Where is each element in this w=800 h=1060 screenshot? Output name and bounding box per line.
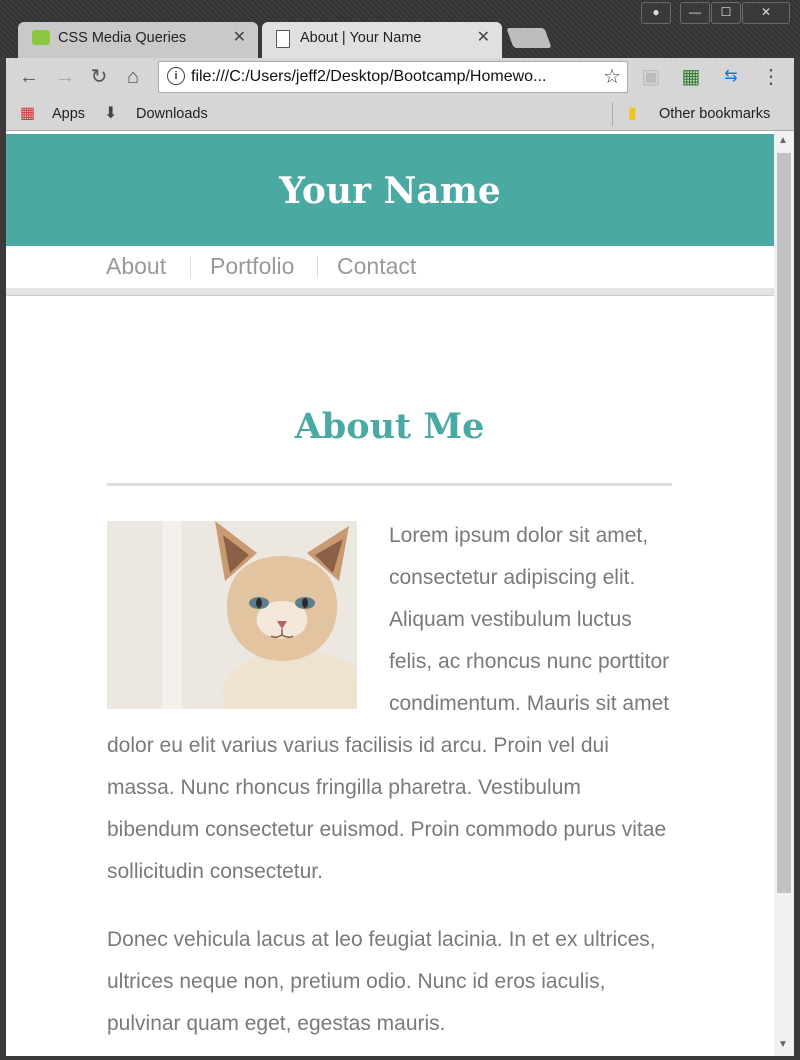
url-text: file:///C:/Users/jeff2/Desktop/Bootcamp/…	[191, 68, 547, 85]
heading-rule	[107, 483, 672, 486]
download-icon: ⬇	[104, 105, 118, 122]
tab-close-icon[interactable]: ✕	[477, 22, 490, 54]
scroll-up-icon[interactable]: ▲	[778, 135, 788, 146]
tab-title: CSS Media Queries	[58, 30, 187, 46]
nav-about[interactable]: About	[106, 246, 166, 286]
page-heading: About Me	[294, 406, 485, 447]
scrollbar-thumb[interactable]	[777, 153, 791, 893]
cat-image	[107, 521, 357, 709]
tab-close-icon[interactable]: ✕	[233, 22, 246, 54]
site-title[interactable]: Your Name	[6, 170, 774, 212]
bookmark-other[interactable]: Other bookmarks	[659, 98, 770, 130]
maximize-button[interactable]: ☐	[711, 2, 741, 24]
scroll-down-icon[interactable]: ▼	[778, 1039, 788, 1050]
bookmark-apps[interactable]: Apps	[52, 98, 85, 130]
screenshot-icon[interactable]: ▦	[676, 62, 706, 92]
bookmark-downloads[interactable]: Downloads	[136, 98, 208, 130]
cat-illustration	[107, 521, 357, 709]
new-tab-button[interactable]	[506, 28, 552, 48]
browser-titlebar: ● — ☐ ✕ CSS Media Queries ✕ About | Your…	[0, 0, 800, 58]
address-bar[interactable]: i file:///C:/Users/jeff2/Desktop/Bootcam…	[158, 61, 628, 93]
nav-contact[interactable]: Contact	[337, 246, 416, 286]
close-window-button[interactable]: ✕	[742, 2, 790, 24]
w3-icon	[32, 30, 50, 45]
forward-icon[interactable]: →	[50, 62, 80, 92]
tab-title: About | Your Name	[300, 30, 422, 46]
paragraph-2: Donec vehicula lacus at leo feugiat laci…	[107, 928, 656, 1035]
about-text: Lorem ipsum dolor sit amet, consectetur …	[107, 515, 672, 1056]
back-icon[interactable]: ←	[14, 62, 44, 92]
minimize-button[interactable]: —	[680, 2, 710, 24]
sync-icon[interactable]: ⇆	[716, 62, 746, 92]
browser-toolbar: ← → ↻ ⌂ i file:///C:/Users/jeff2/Desktop…	[6, 58, 794, 98]
bookmarks-bar: ▦ Apps ⬇ Downloads ▮ Other bookmarks	[6, 98, 794, 131]
nav-divider-line	[6, 288, 774, 296]
home-icon[interactable]: ⌂	[118, 62, 148, 92]
reload-icon[interactable]: ↻	[84, 62, 114, 92]
page-viewport: Your Name About Portfolio Contact About …	[6, 131, 774, 1056]
info-icon[interactable]: i	[167, 67, 185, 85]
tab-about[interactable]: About | Your Name ✕	[262, 22, 502, 58]
tab-css-media-queries[interactable]: CSS Media Queries ✕	[18, 22, 258, 58]
bookmark-divider	[612, 102, 613, 126]
site-nav: About Portfolio Contact	[6, 246, 774, 288]
user-icon[interactable]: ●	[641, 2, 671, 24]
nav-portfolio[interactable]: Portfolio	[210, 246, 294, 286]
extension-icon[interactable]: ▣	[636, 62, 666, 92]
apps-icon: ▦	[20, 105, 36, 122]
site-header: Your Name	[6, 134, 774, 246]
folder-icon: ▮	[628, 105, 637, 122]
page-scrollbar[interactable]: ▲ ▼	[774, 131, 794, 1056]
page-icon	[276, 30, 290, 48]
nav-divider	[317, 256, 318, 278]
nav-divider	[190, 256, 191, 278]
menu-icon[interactable]: ⋮	[756, 62, 786, 92]
bookmark-star-icon[interactable]: ☆	[603, 62, 621, 92]
